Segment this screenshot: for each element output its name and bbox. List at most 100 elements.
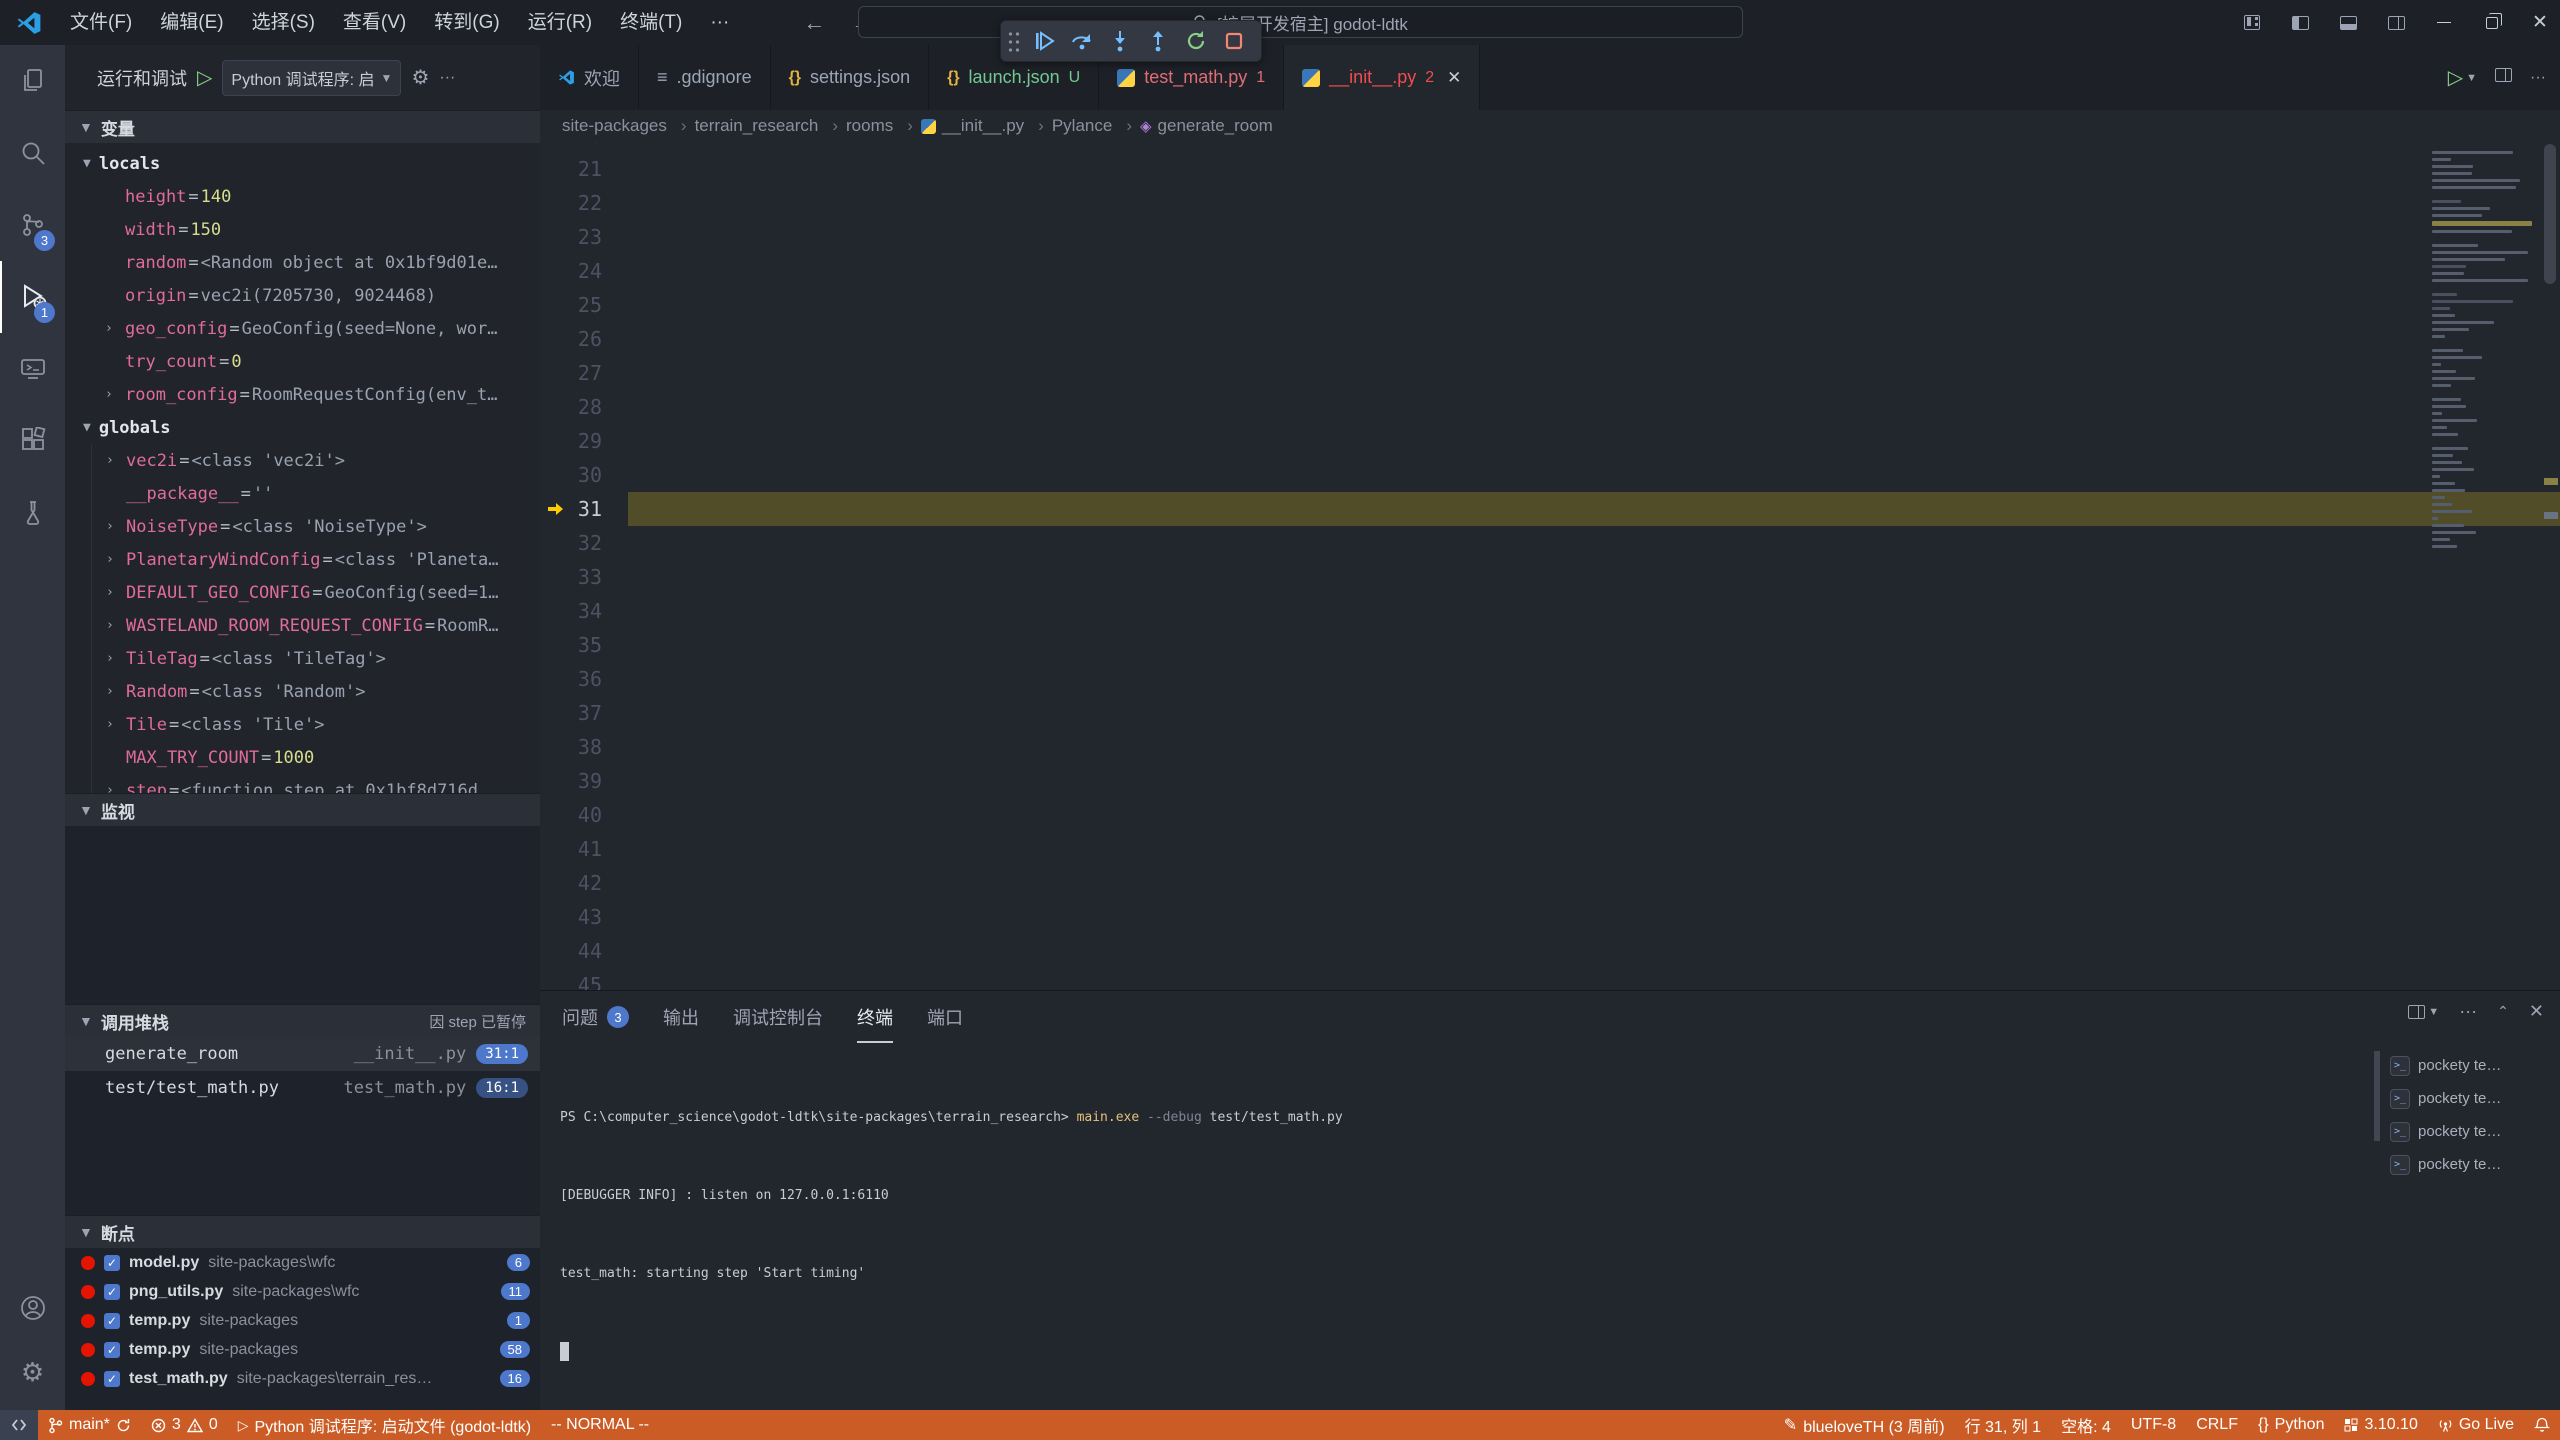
menu-item[interactable]: 查看(V): [329, 0, 420, 45]
variable-row[interactable]: ›NoiseType = <class 'NoiseType'>: [92, 510, 540, 543]
activity-account-icon[interactable]: [0, 1278, 65, 1338]
globals-group[interactable]: ▼ globals: [65, 411, 540, 444]
command-center-search[interactable]: [扩展开发宿主] godot-ldtk: [858, 6, 1743, 38]
problems-item[interactable]: 3 0: [141, 1410, 228, 1440]
breadcrumb-item[interactable]: ◈ __init__.py ›: [921, 116, 1052, 136]
activity-settings-icon[interactable]: ⚙: [0, 1342, 65, 1402]
editor-scrollbar[interactable]: [2544, 144, 2556, 284]
terminal-session-item[interactable]: >_ pockety te…: [2390, 1115, 2552, 1148]
line-number-gutter[interactable]: 43: [540, 900, 628, 934]
split-editor-icon[interactable]: [2495, 68, 2512, 87]
variable-row[interactable]: ›DEFAULT_GEO_CONFIG = GeoConfig(seed=1…: [92, 576, 540, 609]
line-number-gutter[interactable]: 35: [540, 628, 628, 662]
variable-row[interactable]: MAX_TRY_COUNT = 1000: [92, 741, 540, 774]
breadcrumb-item[interactable]: ◈ site-packages ›: [562, 116, 695, 136]
terminal-session-item[interactable]: >_ pockety te…: [2390, 1082, 2552, 1115]
customize-layout-icon[interactable]: [2232, 0, 2272, 45]
breakpoint-checkbox[interactable]: ✓: [104, 1255, 120, 1271]
editor-tab[interactable]: 欢迎 ✕: [540, 45, 639, 110]
breadcrumb-item[interactable]: ◈ generate_room ›: [1140, 116, 1273, 136]
breakpoint-row[interactable]: ✓ temp.py site-packages 58: [65, 1335, 540, 1364]
line-number-gutter[interactable]: 22: [540, 186, 628, 220]
line-number-gutter[interactable]: 40: [540, 798, 628, 832]
toggle-panel-icon[interactable]: [2328, 0, 2368, 45]
menu-item[interactable]: 选择(S): [238, 0, 329, 45]
line-number-gutter[interactable]: 31: [540, 492, 628, 526]
panel-tab[interactable]: 调试控制台: [733, 991, 823, 1043]
code-editor[interactable]: 20 21 def generate_room(room_config: Roo…: [540, 142, 2560, 990]
window-minimize-button[interactable]: [2424, 0, 2464, 45]
notifications-bell-icon[interactable]: [2524, 1410, 2560, 1440]
line-number-gutter[interactable]: 36: [540, 662, 628, 696]
breakpoints-section-header[interactable]: ▼ 断点: [65, 1215, 540, 1248]
breakpoint-checkbox[interactable]: ✓: [104, 1284, 120, 1300]
variable-row[interactable]: random = <Random object at 0x1bf9d01e…: [65, 246, 540, 279]
variable-row[interactable]: origin = vec2i(7205730, 9024468): [65, 279, 540, 312]
line-number-gutter[interactable]: 42: [540, 866, 628, 900]
watch-section-header[interactable]: ▼ 监视: [65, 793, 540, 826]
panel-more-icon[interactable]: ···: [2459, 1001, 2477, 1022]
variable-row[interactable]: ›vec2i = <class 'vec2i'>: [92, 444, 540, 477]
debug-more-icon[interactable]: ···: [439, 69, 455, 87]
panel-tab[interactable]: 端口: [927, 991, 963, 1043]
terminal-output[interactable]: PS C:\computer_science\godot-ldtk\site-p…: [560, 1053, 2350, 1417]
line-number-gutter[interactable]: 23: [540, 220, 628, 254]
breadcrumb-item[interactable]: ◈ Pylance ›: [1052, 116, 1140, 136]
terminal-scrollbar[interactable]: [2374, 1051, 2380, 1141]
stack-frame-row[interactable]: generate_room __init__.py 31:1: [65, 1037, 540, 1071]
line-number-gutter[interactable]: 34: [540, 594, 628, 628]
run-python-file-icon[interactable]: ▷▼: [2448, 65, 2477, 90]
variable-row[interactable]: ›step = <function step at 0x1bf8d716d…: [92, 774, 540, 793]
activity-run-debug-icon[interactable]: 1: [0, 261, 65, 333]
eol-item[interactable]: CRLF: [2186, 1410, 2248, 1440]
panel-tab[interactable]: 问题 3: [562, 991, 629, 1043]
menu-item[interactable]: 编辑(E): [146, 0, 237, 45]
locals-group[interactable]: ▼ locals: [65, 147, 540, 180]
line-number-gutter[interactable]: 20: [540, 142, 628, 152]
toggle-secondary-sidebar-icon[interactable]: [2376, 0, 2416, 45]
variable-row[interactable]: ›room_config = RoomRequestConfig(env_t…: [65, 378, 540, 411]
line-number-gutter[interactable]: 29: [540, 424, 628, 458]
variable-row[interactable]: ›TileTag = <class 'TileTag'>: [92, 642, 540, 675]
breadcrumb-item[interactable]: ◈ rooms ›: [846, 116, 921, 136]
cursor-position-item[interactable]: 行 31, 列 1: [1955, 1410, 2051, 1440]
debug-settings-gear-icon[interactable]: ⚙: [411, 65, 429, 90]
breakpoint-checkbox[interactable]: ✓: [104, 1342, 120, 1358]
editor-tab[interactable]: {} settings.json ✕: [771, 45, 930, 110]
line-number-gutter[interactable]: 25: [540, 288, 628, 322]
panel-close-icon[interactable]: ✕: [2529, 1001, 2544, 1022]
activity-extensions-icon[interactable]: [0, 405, 65, 477]
activity-remote-explorer-icon[interactable]: [0, 333, 65, 405]
line-number-gutter[interactable]: 44: [540, 934, 628, 968]
menu-item[interactable]: 运行(R): [514, 0, 606, 45]
debug-toolbar-grip[interactable]: [1007, 30, 1021, 52]
debug-step-out-icon[interactable]: [1141, 24, 1175, 58]
line-number-gutter[interactable]: 37: [540, 696, 628, 730]
activity-source-control-icon[interactable]: 3: [0, 189, 65, 261]
stack-frame-row[interactable]: test/test_math.py test_math.py 16:1: [65, 1071, 540, 1105]
breakpoint-row[interactable]: ✓ test_math.py site-packages\terrain_res…: [65, 1364, 540, 1393]
breakpoint-checkbox[interactable]: ✓: [104, 1371, 120, 1387]
editor-tab[interactable]: __init__.py 2 ✕: [1284, 45, 1480, 110]
variables-section-header[interactable]: ▼ 变量: [65, 110, 540, 143]
line-number-gutter[interactable]: 32: [540, 526, 628, 560]
menu-item[interactable]: 转到(G): [420, 0, 513, 45]
menu-item[interactable]: 文件(F): [56, 0, 146, 45]
terminal-split-icon[interactable]: ▼: [2408, 1005, 2439, 1019]
panel-tab[interactable]: 输出: [663, 991, 699, 1043]
window-restore-button[interactable]: [2472, 0, 2512, 45]
line-number-gutter[interactable]: 41: [540, 832, 628, 866]
toggle-sidebar-icon[interactable]: [2280, 0, 2320, 45]
activity-explorer-icon[interactable]: [0, 45, 65, 117]
menu-item[interactable]: ···: [696, 0, 743, 45]
debug-restart-icon[interactable]: [1179, 24, 1213, 58]
activity-testing-icon[interactable]: [0, 477, 65, 549]
indentation-item[interactable]: 空格: 4: [2051, 1410, 2121, 1440]
git-branch-item[interactable]: main*: [38, 1410, 141, 1440]
breakpoint-checkbox[interactable]: ✓: [104, 1313, 120, 1329]
breakpoint-row[interactable]: ✓ temp.py site-packages 1: [65, 1306, 540, 1335]
activity-search-icon[interactable]: [0, 117, 65, 189]
minimap[interactable]: [2432, 144, 2532, 552]
line-number-gutter[interactable]: 30: [540, 458, 628, 492]
line-number-gutter[interactable]: 21: [540, 152, 628, 186]
